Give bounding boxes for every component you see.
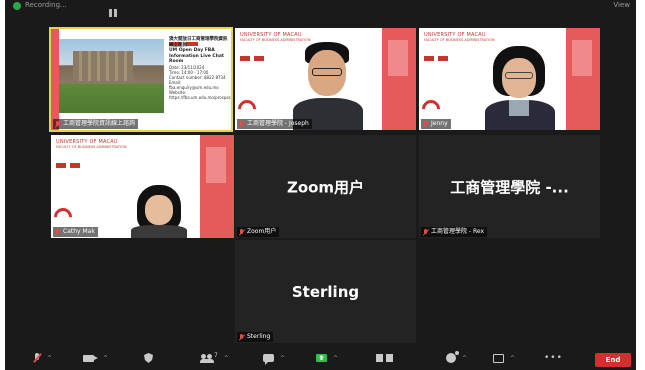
- participant-display-name: Sterling: [291, 282, 360, 301]
- background-logos: [56, 153, 96, 168]
- participant-video-jenny: [485, 44, 555, 130]
- chevron-up-icon[interactable]: ^: [280, 355, 285, 362]
- campus-photo: [59, 39, 164, 113]
- mic-muted-icon: [239, 333, 245, 341]
- mic-muted-icon: [55, 120, 61, 128]
- mic-muted-icon: [423, 228, 429, 236]
- participant-video-joseph: [293, 40, 363, 130]
- chevron-up-icon[interactable]: ^: [333, 355, 338, 362]
- chat-button[interactable]: ^: [263, 352, 285, 365]
- mic-muted-icon: [239, 120, 245, 128]
- pause-recording-icon[interactable]: [109, 2, 119, 17]
- mic-muted-icon: [239, 228, 245, 236]
- more-button[interactable]: •••: [544, 352, 563, 364]
- top-bar: Recording... View: [5, 0, 636, 17]
- poster-logos: [169, 31, 229, 46]
- video-tile-jenny[interactable]: UNIVERSITY OF MACAU FACULTY OF BUSINESS …: [419, 28, 600, 130]
- participant-display-name: Zoom用户: [286, 178, 365, 196]
- participant-name-tag: Jenny: [421, 119, 451, 129]
- participants-icon: [200, 354, 214, 363]
- more-icon: •••: [544, 353, 563, 363]
- poster-title-zh: 澳大開放日工商管理學院資訊線上諮詢: [169, 37, 228, 48]
- share-screen-button[interactable]: ^: [316, 352, 338, 364]
- poster-email: Email: fba.enquiry@um.edu.mo: [169, 79, 219, 90]
- recording-label: Recording...: [25, 1, 67, 9]
- poster-contact: Contact number: 8822 8734: [169, 74, 226, 80]
- reactions-icon: [446, 351, 459, 363]
- apps-button[interactable]: ^: [493, 352, 515, 364]
- shield-icon: [144, 353, 153, 363]
- chevron-up-icon[interactable]: ^: [462, 355, 467, 362]
- mute-button[interactable]: ^: [33, 352, 52, 364]
- record-button[interactable]: [376, 352, 394, 364]
- share-screen-icon: [316, 354, 327, 362]
- video-tile-joseph[interactable]: UNIVERSITY OF MACAU FACULTY OF BUSINESS …: [235, 28, 416, 130]
- chat-icon: [263, 354, 274, 365]
- apps-icon: [493, 353, 504, 363]
- zoom-meeting-window: Recording... View 澳大開放日工商管理學院資訊線上諮詢 UM O…: [5, 0, 636, 370]
- meeting-toolbar: ^ ^ 7 ^ ^ ^ ^ ^ ••• End: [5, 346, 636, 370]
- video-tile-sterling[interactable]: Sterling Sterling: [235, 240, 416, 343]
- background-faculty-text: FACULTY OF BUSINESS ADMINISTRATION: [424, 38, 495, 42]
- background-faculty-text: FACULTY OF BUSINESS ADMINISTRATION: [56, 145, 127, 149]
- poster-title-en: UM Open Day FBA Information Live Chat Ro…: [169, 48, 225, 64]
- participant-video-cathy: [131, 185, 187, 238]
- participant-name-tag: Cathy Mak: [53, 227, 98, 237]
- chevron-up-icon[interactable]: ^: [224, 355, 229, 362]
- participant-name-tag: Zoom用户: [237, 227, 280, 237]
- wifi-logo-icon: [51, 204, 76, 230]
- poster-red-strip: [51, 29, 59, 130]
- mic-muted-icon: [423, 120, 429, 128]
- mic-off-icon: [33, 353, 41, 363]
- video-tile-rex[interactable]: 工商管理學院 -... 工商管理學院 - Rex: [419, 135, 600, 238]
- chevron-up-icon[interactable]: ^: [47, 355, 52, 362]
- background-logos: [240, 46, 280, 61]
- background-logos: [424, 46, 464, 61]
- video-tile-zoom-user[interactable]: Zoom用户 Zoom用户: [235, 135, 416, 238]
- video-button[interactable]: ^: [83, 352, 108, 364]
- video-tile-poster[interactable]: 澳大開放日工商管理學院資訊線上諮詢 UM Open Day FBA Inform…: [49, 27, 233, 132]
- video-tile-cathy[interactable]: UNIVERSITY OF MACAU FACULTY OF BUSINESS …: [51, 135, 234, 238]
- wifi-logo-icon: [419, 96, 444, 122]
- end-meeting-button[interactable]: End: [595, 353, 631, 367]
- participant-display-name: 工商管理學院 -...: [450, 178, 569, 196]
- reactions-button[interactable]: ^: [446, 351, 467, 364]
- participants-count: 7: [214, 352, 218, 359]
- chevron-up-icon[interactable]: ^: [510, 355, 515, 362]
- participant-name-tag: 工商管理學院 - Rex: [421, 227, 488, 237]
- participants-button[interactable]: 7 ^: [200, 352, 229, 364]
- wifi-logo-icon: [235, 96, 260, 122]
- view-button[interactable]: View: [613, 1, 630, 9]
- camera-icon: [83, 354, 98, 362]
- recording-indicator-icon: [13, 2, 21, 10]
- participant-name-tag: 工商管理學院資訊線上諮詢: [53, 119, 139, 129]
- security-button[interactable]: [144, 352, 153, 364]
- chevron-up-icon[interactable]: ^: [103, 355, 108, 362]
- participant-name-tag: 工商管理學院 - Joseph: [237, 119, 312, 129]
- mic-muted-icon: [55, 228, 61, 236]
- participant-name-tag: Sterling: [237, 332, 274, 342]
- record-pause-stop-icon: [376, 354, 394, 362]
- poster-website: Website: https://fba.um.edu.mo/prospecti…: [169, 89, 233, 100]
- poster-text: 澳大開放日工商管理學院資訊線上諮詢 UM Open Day FBA Inform…: [169, 37, 233, 100]
